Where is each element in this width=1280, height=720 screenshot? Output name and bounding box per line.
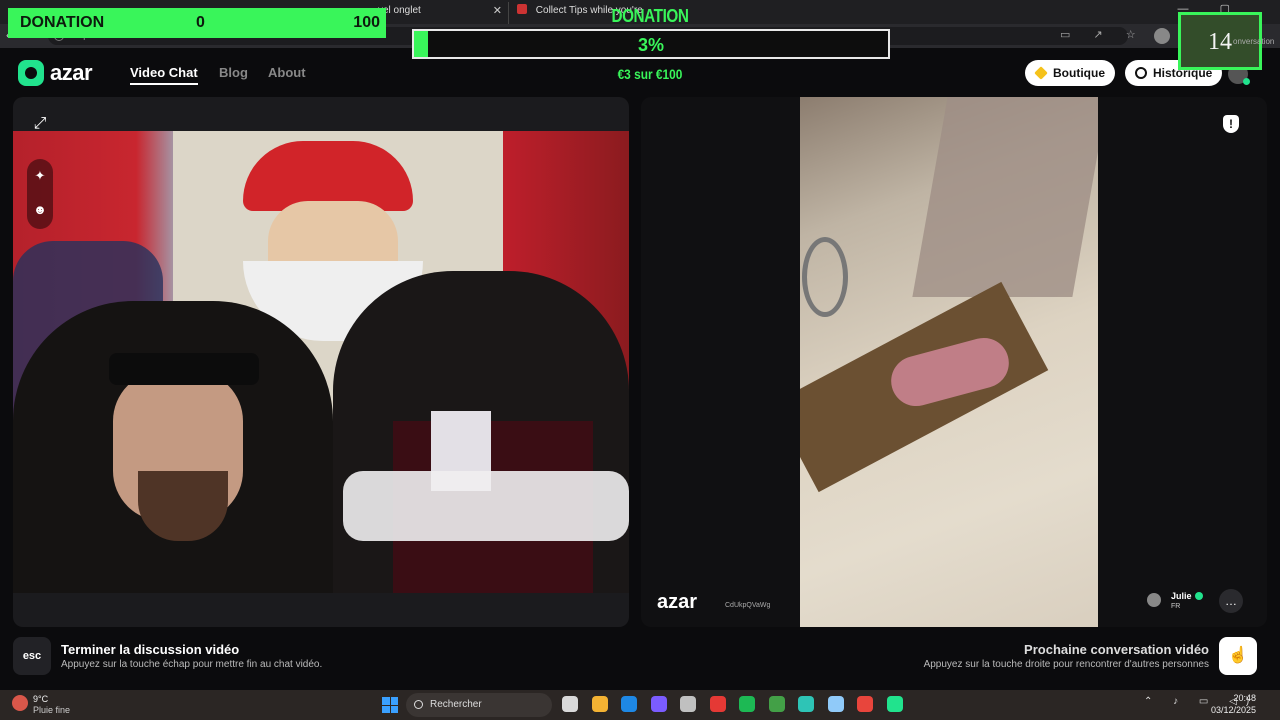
taskbar-app-icon[interactable]	[857, 696, 873, 712]
chat-icon[interactable]: …	[1219, 589, 1243, 613]
profile-avatar-icon[interactable]	[1154, 28, 1170, 44]
effects-icon[interactable]: ✦	[27, 163, 53, 189]
taskbar-app-icon[interactable]	[562, 696, 578, 712]
donation-title: DONATION	[611, 6, 689, 26]
donation-current: 0	[196, 14, 205, 31]
taskbar-app-icon[interactable]	[591, 696, 608, 712]
taskbar-app-icon[interactable]	[621, 696, 637, 712]
keyboard-hints: esc Terminer la discussion vidéo Appuyez…	[0, 632, 1280, 690]
taskbar-app-icon[interactable]	[886, 696, 903, 712]
partner-camera-feed	[800, 97, 1098, 627]
taskbar-app-icon[interactable]	[798, 696, 814, 712]
search-icon	[414, 700, 423, 709]
taskbar-app-icon[interactable]	[709, 696, 726, 712]
verified-icon	[1195, 592, 1203, 600]
my-video-panel: ⤢ ✦ ☻	[13, 97, 629, 627]
clock-date[interactable]: 03/12/2025	[1211, 705, 1256, 715]
search-placeholder: Rechercher	[430, 699, 482, 710]
nav-video-chat[interactable]: Video Chat	[130, 65, 198, 85]
tab-close-icon[interactable]: ✕	[493, 2, 502, 20]
end-chat-title: Terminer la discussion vidéo	[61, 642, 240, 657]
counter-value: 14	[1208, 29, 1232, 55]
report-icon[interactable]: !	[1223, 115, 1239, 133]
donation-amount-text: €3 sur €100	[617, 66, 683, 82]
taskbar-app-icon[interactable]	[827, 696, 844, 712]
taskbar-app-icon[interactable]	[680, 696, 696, 712]
shop-button[interactable]: Boutique	[1025, 60, 1115, 86]
taskbar-app-icon[interactable]	[768, 696, 785, 712]
donation-progress-percent: 3%	[637, 35, 664, 55]
gem-icon	[1034, 66, 1048, 80]
donation-progress-bar: 3%	[412, 29, 890, 59]
windows-taskbar: 9°C Pluie fine Rechercher ⌃ ♪ ▭ ◁) 20:48…	[0, 690, 1280, 720]
expand-icon[interactable]: ⤢	[27, 111, 53, 137]
azar-watermark: azar	[657, 591, 698, 613]
conversation-counter: onversation 14	[1178, 12, 1274, 70]
browser-tab-new[interactable]: vel onglet ✕	[370, 2, 510, 24]
screen: vel onglet ✕ Collect Tips while you're —…	[0, 0, 1280, 720]
taskbar-app-icon[interactable]	[739, 696, 755, 712]
next-chat-button[interactable]: ☝	[1219, 637, 1257, 675]
start-button[interactable]	[382, 697, 398, 713]
nav-blog[interactable]: Blog	[219, 65, 248, 80]
azar-logo-icon	[18, 60, 44, 86]
tab-favicon-icon	[517, 4, 527, 14]
weather-description: Pluie fine	[33, 705, 71, 715]
peer-info[interactable]: Julie FR	[1147, 589, 1207, 615]
next-chat-subtitle: Appuyez sur la touche droite pour rencon…	[923, 659, 1209, 670]
peer-country: FR	[1171, 603, 1181, 610]
peer-name: Julie	[1171, 591, 1192, 601]
session-id: CdUkpQVaWg	[725, 602, 771, 609]
donation-label: DONATION	[20, 14, 105, 31]
clock-time[interactable]: 20:48	[1233, 693, 1256, 703]
nav-about[interactable]: About	[268, 65, 306, 80]
weather-icon[interactable]	[12, 695, 28, 711]
esc-key-button[interactable]: esc	[13, 637, 51, 675]
azar-logo[interactable]: azar	[18, 60, 108, 86]
taskbar-app-icon[interactable]	[650, 696, 667, 712]
end-chat-subtitle: Appuyez sur la touche échap pour mettre …	[61, 659, 323, 670]
clock-icon	[1135, 67, 1147, 79]
donation-max: 100	[353, 14, 380, 31]
next-chat-title: Prochaine conversation vidéo	[1024, 642, 1209, 657]
video-tools: ✦ ☻	[27, 159, 53, 229]
my-camera-feed	[13, 131, 629, 593]
donation-counter-bar: DONATION 0 100	[8, 8, 386, 38]
shop-button-label: Boutique	[1053, 66, 1105, 80]
peer-avatar-icon	[1147, 593, 1161, 607]
taskbar-search[interactable]: Rechercher	[406, 693, 552, 717]
sticker-icon[interactable]: ☻	[27, 197, 53, 223]
logo-text: azar	[50, 60, 93, 85]
partner-video-panel: ! azar CdUkpQVaWg Julie FR …	[641, 97, 1267, 627]
weather-temperature: 9°C	[33, 694, 49, 704]
